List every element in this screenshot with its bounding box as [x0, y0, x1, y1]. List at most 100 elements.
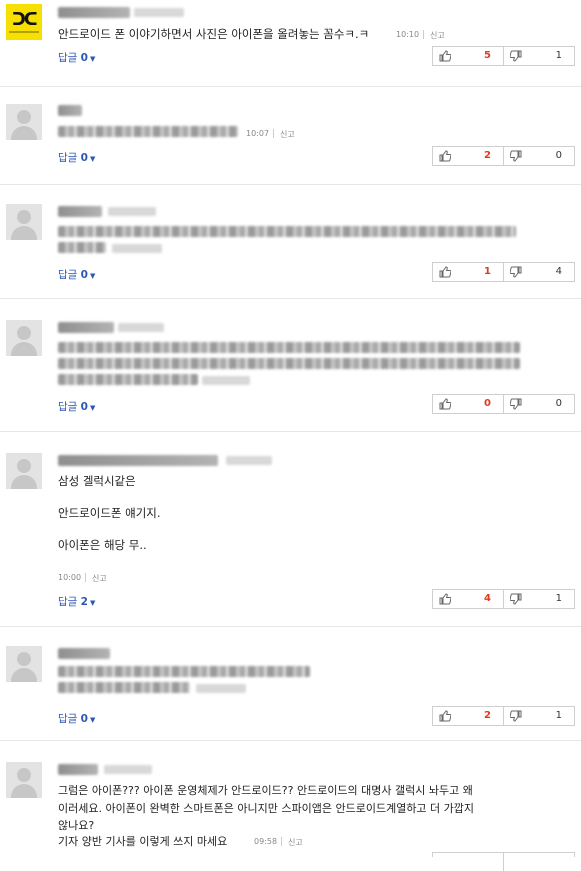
upvote-button[interactable]: 1 [433, 263, 503, 281]
thumbs-down-icon [510, 710, 522, 722]
avatar[interactable] [6, 104, 42, 140]
avatar[interactable] [6, 453, 42, 489]
reply-count: 0 [80, 401, 88, 413]
upvote-button[interactable]: 4 [433, 590, 503, 608]
vote-box [432, 852, 575, 871]
comment-text-blurred [58, 682, 190, 693]
thumbs-down-icon [510, 50, 522, 62]
caret-down-icon: ▼ [89, 155, 96, 163]
reply-count: 2 [80, 596, 88, 608]
author-meta-blurred [134, 8, 184, 17]
downvote-count: 4 [555, 266, 562, 277]
reply-toggle[interactable]: 답글 0 ▼ [58, 711, 95, 726]
upvote-button[interactable] [433, 853, 503, 871]
comment-text: 이러세요. 아이폰이 완벽한 스마트폰은 아니지만 스파이앱은 안드로이드계열하… [58, 802, 475, 815]
default-avatar-body [11, 784, 37, 798]
downvote-button[interactable] [503, 853, 574, 871]
comment-text-blurred [58, 342, 520, 353]
comment-text: 그럼은 아이폰??? 아이폰 운영체제가 안드로이드?? 안드로이드의 대명사 … [58, 784, 473, 797]
thumbs-up-icon [439, 266, 451, 278]
comment-text: 안드로이드 폰 이야기하면서 사진은 아이폰을 올려놓는 꼼수ㅋ.ㅋ [58, 27, 370, 41]
reply-count: 0 [80, 269, 88, 281]
default-avatar-icon [17, 768, 31, 782]
thumbs-up-icon [439, 50, 451, 62]
default-avatar-icon [17, 326, 31, 340]
caret-down-icon: ▼ [89, 272, 96, 280]
downvote-button[interactable]: 0 [503, 147, 574, 165]
upvote-button[interactable]: 0 [433, 395, 503, 413]
downvote-button[interactable]: 0 [503, 395, 574, 413]
upvote-button[interactable]: 2 [433, 707, 503, 725]
avatar[interactable] [6, 646, 42, 682]
thumbs-down-icon [510, 398, 522, 410]
author-name-blurred[interactable] [58, 7, 130, 18]
upvote-count: 1 [484, 266, 491, 277]
comment-text: 아이폰은 해당 무.. [58, 538, 147, 552]
default-avatar-body [11, 226, 37, 240]
default-avatar-body [11, 475, 37, 489]
thumbs-up-icon [439, 150, 451, 162]
thumbs-up-icon [439, 398, 451, 410]
downvote-button[interactable]: 1 [503, 707, 574, 725]
report-link[interactable]: 신고 [288, 837, 303, 848]
author-name-blurred[interactable] [58, 322, 114, 333]
comment-time: 10:00 [58, 573, 82, 582]
comment-item: 답글 0 ▼ 1 4 [0, 184, 581, 299]
vote-box: 1 4 [432, 262, 575, 282]
divider [273, 129, 274, 138]
downvote-count: 0 [555, 150, 562, 161]
reply-count: 0 [80, 152, 88, 164]
upvote-button[interactable]: 5 [433, 47, 503, 65]
comment-text-blurred [58, 358, 520, 369]
default-avatar-icon [17, 652, 31, 666]
report-link[interactable]: 신고 [280, 129, 295, 140]
downvote-button[interactable]: 1 [503, 590, 574, 608]
downvote-count: 1 [555, 50, 562, 61]
author-meta-blurred [108, 207, 156, 216]
avatar[interactable] [6, 320, 42, 356]
caret-down-icon: ▼ [89, 716, 96, 724]
vote-box: 4 1 [432, 589, 575, 609]
reply-toggle[interactable]: 답글 0 ▼ [58, 267, 95, 282]
comment-text-blurred [58, 374, 198, 385]
author-name-blurred[interactable] [58, 455, 218, 466]
upvote-button[interactable]: 2 [433, 147, 503, 165]
upvote-count: 0 [484, 398, 491, 409]
reply-toggle[interactable]: 답글 0 ▼ [58, 50, 95, 65]
author-name-blurred[interactable] [58, 764, 98, 775]
report-link[interactable]: 신고 [430, 30, 445, 41]
upvote-count: 4 [484, 593, 491, 604]
thumbs-up-icon [439, 710, 451, 722]
comment-text: 기자 양반 기사를 이렇게 쓰지 마세요 [58, 835, 228, 848]
comment-text-blurred [58, 126, 238, 137]
reply-toggle[interactable]: 답글 0 ▼ [58, 399, 95, 414]
divider [85, 573, 86, 582]
reply-label: 답글 [58, 401, 78, 413]
downvote-button[interactable]: 1 [503, 47, 574, 65]
avatar[interactable]: ᑐᑕ [6, 4, 42, 40]
default-avatar-body [11, 126, 37, 140]
default-avatar-icon [17, 210, 31, 224]
comment-meta-blurred [112, 244, 162, 253]
author-name-blurred[interactable] [58, 105, 82, 116]
reply-toggle[interactable]: 답글 2 ▼ [58, 594, 95, 609]
avatar[interactable] [6, 204, 42, 240]
author-name-blurred[interactable] [58, 206, 102, 217]
author-meta-blurred [226, 456, 272, 465]
reply-label: 답글 [58, 152, 78, 164]
caret-down-icon: ▼ [89, 404, 96, 412]
vote-box: 2 1 [432, 706, 575, 726]
downvote-button[interactable]: 4 [503, 263, 574, 281]
logo-icon: ᑐᑕ [12, 10, 38, 30]
author-name-blurred[interactable] [58, 648, 110, 659]
avatar[interactable] [6, 762, 42, 798]
downvote-count: 1 [555, 593, 562, 604]
vote-box: 2 0 [432, 146, 575, 166]
reply-label: 답글 [58, 52, 78, 64]
comment-item: 10:07 신고 답글 0 ▼ 2 0 [0, 86, 581, 185]
author-meta-blurred [118, 323, 164, 332]
report-link[interactable]: 신고 [92, 573, 107, 584]
reply-toggle[interactable]: 답글 0 ▼ [58, 150, 95, 165]
comment-meta-blurred [196, 684, 246, 693]
comment-text: 안드로이드폰 얘기지. [58, 506, 161, 520]
